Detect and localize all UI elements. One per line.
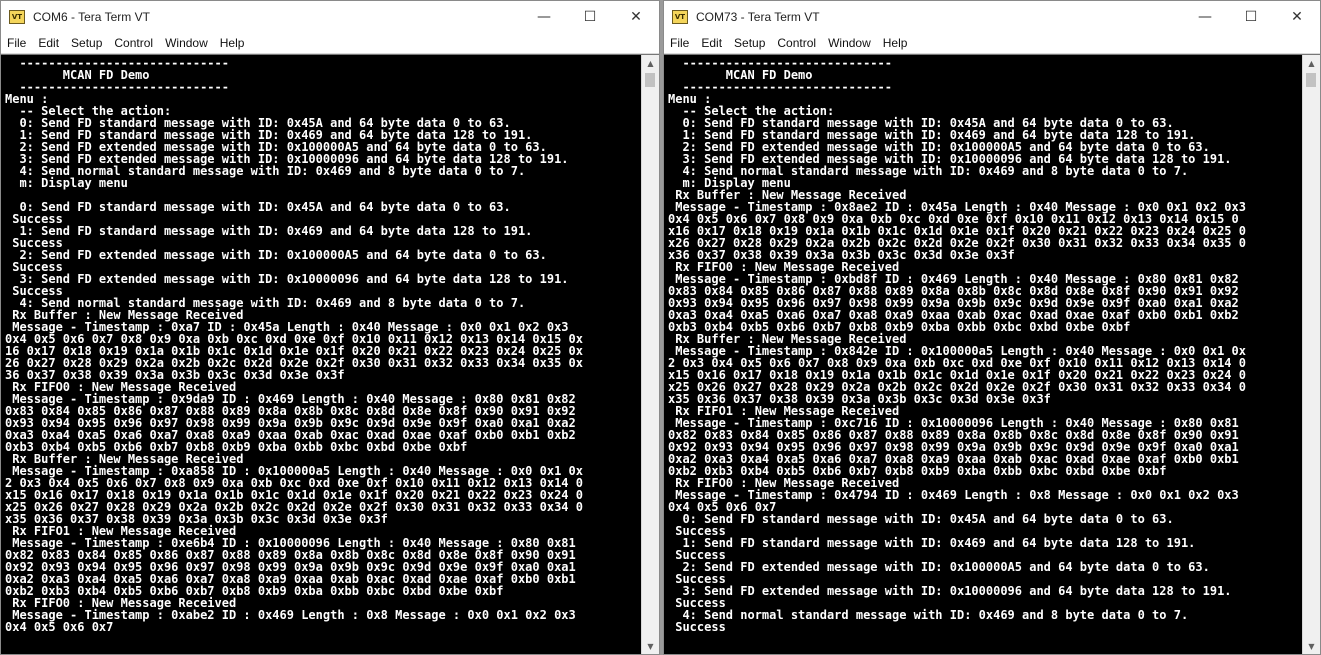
menu-file[interactable]: File — [664, 33, 695, 53]
maximize-icon[interactable]: ☐ — [1228, 1, 1274, 33]
menu-help[interactable]: Help — [214, 33, 251, 53]
menu-edit[interactable]: Edit — [32, 33, 65, 53]
terminal-output: ----------------------------- MCAN FD De… — [668, 57, 1246, 634]
title-bar[interactable]: VT COM6 - Tera Term VT — ☐ ✕ — [1, 1, 659, 33]
minimize-icon[interactable]: — — [521, 1, 567, 33]
scrollbar-thumb[interactable] — [1306, 73, 1316, 87]
menu-setup[interactable]: Setup — [65, 33, 108, 53]
menu-edit[interactable]: Edit — [695, 33, 728, 53]
vertical-scrollbar[interactable]: ▲ ▼ — [1302, 55, 1320, 654]
menu-control[interactable]: Control — [771, 33, 822, 53]
scroll-up-icon[interactable]: ▲ — [1303, 55, 1320, 71]
tera-term-window-com73[interactable]: VT COM73 - Tera Term VT — ☐ ✕ File Edit … — [663, 0, 1321, 655]
close-icon[interactable]: ✕ — [1274, 1, 1320, 33]
menu-bar: File Edit Setup Control Window Help — [1, 33, 659, 54]
title-bar[interactable]: VT COM73 - Tera Term VT — ☐ ✕ — [664, 1, 1320, 33]
scroll-down-icon[interactable]: ▼ — [642, 638, 659, 654]
menu-control[interactable]: Control — [108, 33, 159, 53]
minimize-icon[interactable]: — — [1182, 1, 1228, 33]
tera-term-icon: VT — [672, 10, 688, 24]
menu-window[interactable]: Window — [159, 33, 214, 53]
terminal-area[interactable]: ----------------------------- MCAN FD De… — [1, 54, 659, 654]
scrollbar-thumb[interactable] — [645, 73, 655, 87]
menu-file[interactable]: File — [1, 33, 32, 53]
scroll-down-icon[interactable]: ▼ — [1303, 638, 1320, 654]
tera-term-window-com6[interactable]: VT COM6 - Tera Term VT — ☐ ✕ File Edit S… — [0, 0, 660, 655]
terminal-output: ----------------------------- MCAN FD De… — [5, 57, 583, 634]
terminal-area[interactable]: ----------------------------- MCAN FD De… — [664, 54, 1320, 654]
menu-bar: File Edit Setup Control Window Help — [664, 33, 1320, 54]
maximize-icon[interactable]: ☐ — [567, 1, 613, 33]
menu-window[interactable]: Window — [822, 33, 877, 53]
menu-help[interactable]: Help — [877, 33, 914, 53]
close-icon[interactable]: ✕ — [613, 1, 659, 33]
window-title: COM73 - Tera Term VT — [696, 10, 820, 24]
vertical-scrollbar[interactable]: ▲ ▼ — [641, 55, 659, 654]
scroll-up-icon[interactable]: ▲ — [642, 55, 659, 71]
menu-setup[interactable]: Setup — [728, 33, 771, 53]
tera-term-icon: VT — [9, 10, 25, 24]
window-title: COM6 - Tera Term VT — [33, 10, 150, 24]
